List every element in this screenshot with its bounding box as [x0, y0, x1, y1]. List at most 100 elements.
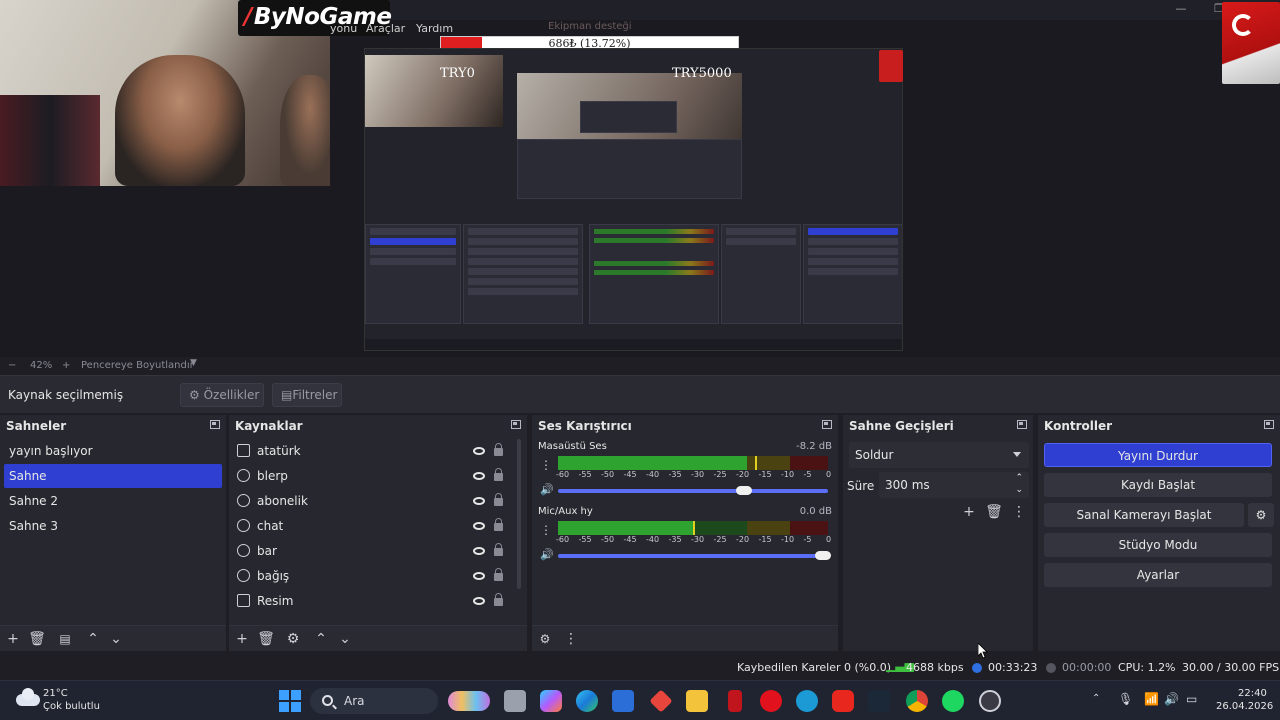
- volume-slider-handle[interactable]: [736, 486, 753, 495]
- eye-icon[interactable]: [473, 447, 485, 455]
- lock-icon[interactable]: [494, 543, 503, 556]
- filter-icon[interactable]: ▤: [56, 630, 74, 648]
- netflix-icon[interactable]: [728, 690, 742, 712]
- trash-icon[interactable]: 🗑: [985, 503, 1003, 521]
- lock-icon[interactable]: [494, 518, 503, 531]
- chevron-down-icon[interactable]: ⌄: [107, 630, 125, 648]
- chevron-down-icon[interactable]: ⌄: [336, 630, 354, 648]
- undock-icon[interactable]: [822, 420, 832, 429]
- source-item[interactable]: abonelik: [237, 489, 509, 513]
- eye-icon[interactable]: [473, 497, 485, 505]
- track-menu-icon[interactable]: ⋮: [540, 522, 552, 538]
- store-icon[interactable]: [612, 690, 634, 712]
- settings-button[interactable]: Ayarlar: [1044, 563, 1272, 587]
- chevron-up-icon[interactable]: ⌃: [1092, 693, 1100, 704]
- scene-item[interactable]: Sahne 2: [4, 489, 222, 513]
- youtube-icon[interactable]: [832, 690, 854, 712]
- chevron-up-icon[interactable]: ⌃: [312, 630, 330, 648]
- steam-icon[interactable]: [868, 690, 890, 712]
- source-item[interactable]: bağış: [237, 564, 509, 588]
- minimize-icon[interactable]: —: [1172, 2, 1190, 16]
- folder-icon[interactable]: [686, 690, 708, 712]
- lock-icon[interactable]: [494, 593, 503, 606]
- windows-start-icon[interactable]: [279, 690, 301, 712]
- task-view-icon[interactable]: [504, 690, 526, 712]
- weather-cloud-icon[interactable]: [16, 688, 40, 708]
- opera-icon[interactable]: [760, 690, 782, 712]
- lock-icon[interactable]: [494, 568, 503, 581]
- chrome-icon[interactable]: [906, 690, 928, 712]
- preview-canvas[interactable]: — ❐ /ByNoGame yonu Araçlar Yardım Ekipma…: [0, 0, 1280, 357]
- eye-icon[interactable]: [473, 472, 485, 480]
- app-icon[interactable]: [796, 690, 818, 712]
- trash-icon[interactable]: 🗑: [28, 630, 46, 648]
- wifi-icon[interactable]: 📶: [1144, 692, 1159, 706]
- scene-item[interactable]: yayın başlıyor: [4, 439, 222, 463]
- weather-desc[interactable]: Çok bulutlu: [43, 701, 100, 712]
- source-item[interactable]: atatürk: [237, 439, 509, 463]
- track-menu-icon[interactable]: ⋮: [540, 457, 552, 473]
- transition-select[interactable]: Soldur: [849, 442, 1029, 468]
- menu-item[interactable]: yonu: [330, 22, 357, 35]
- eye-icon[interactable]: [473, 522, 485, 530]
- volume-slider[interactable]: [558, 486, 828, 495]
- battery-icon[interactable]: ▭: [1186, 692, 1197, 706]
- taskbar-search[interactable]: Ara: [310, 688, 438, 714]
- undock-icon[interactable]: [1017, 420, 1027, 429]
- studio-mode-button[interactable]: Stüdyo Modu: [1044, 533, 1272, 557]
- source-item[interactable]: Resim: [237, 589, 509, 613]
- scene-item[interactable]: Sahne 3: [4, 514, 222, 538]
- volume-icon[interactable]: 🔊: [1164, 692, 1179, 706]
- undock-icon[interactable]: [1264, 420, 1274, 429]
- chevron-down-icon[interactable]: ⌄: [1015, 477, 1023, 503]
- lock-icon[interactable]: [494, 443, 503, 456]
- zoom-out-button[interactable]: −: [8, 360, 16, 371]
- microphone-icon[interactable]: 🎙: [1118, 692, 1133, 706]
- filters-button[interactable]: ▤Filtreler: [272, 383, 342, 407]
- add-icon[interactable]: +: [233, 630, 251, 648]
- weather-temp[interactable]: 21°C: [43, 688, 68, 699]
- scene-item[interactable]: Sahne: [4, 464, 222, 488]
- menu-item[interactable]: Yardım: [416, 22, 453, 35]
- mute-speaker-icon[interactable]: 🔊: [540, 483, 554, 497]
- mute-speaker-icon[interactable]: 🔊: [540, 548, 554, 562]
- lock-icon[interactable]: [494, 468, 503, 481]
- duration-stepper[interactable]: 300 ms ⌃ ⌄: [879, 472, 1029, 498]
- add-icon[interactable]: +: [4, 630, 22, 648]
- undock-icon[interactable]: [511, 420, 521, 429]
- source-item[interactable]: bar: [237, 539, 509, 563]
- chevron-up-icon[interactable]: ⌃: [84, 630, 102, 648]
- copilot-icon[interactable]: [540, 690, 562, 712]
- add-icon[interactable]: +: [960, 503, 978, 521]
- stop-streaming-button[interactable]: Yayını Durdur: [1044, 443, 1272, 467]
- advanced-audio-icon[interactable]: ⚙: [536, 630, 554, 648]
- volume-slider[interactable]: [558, 551, 831, 560]
- clock-date[interactable]: 26.04.2026: [1216, 701, 1273, 712]
- menu-dots-icon[interactable]: ⋮: [1010, 503, 1028, 521]
- menu-item[interactable]: Araçlar: [366, 22, 405, 35]
- clock-time[interactable]: 22:40: [1238, 688, 1267, 699]
- lock-icon[interactable]: [494, 493, 503, 506]
- fit-to-window-label[interactable]: Pencereye Boyutlandır: [81, 360, 194, 371]
- spotify-icon[interactable]: [942, 690, 964, 712]
- source-item[interactable]: chat: [237, 514, 509, 538]
- properties-button[interactable]: ⚙ Özellikler: [180, 383, 264, 407]
- start-recording-button[interactable]: Kaydı Başlat: [1044, 473, 1272, 497]
- gear-icon[interactable]: ⚙: [1248, 503, 1274, 527]
- copilot-widget-icon[interactable]: [448, 691, 490, 711]
- eye-icon[interactable]: [473, 572, 485, 580]
- eye-icon[interactable]: [473, 547, 485, 555]
- zoom-in-button[interactable]: +: [62, 360, 70, 371]
- trash-icon[interactable]: 🗑: [257, 630, 275, 648]
- obs-icon[interactable]: [979, 690, 1001, 712]
- gear-icon[interactable]: ⚙: [284, 630, 302, 648]
- start-virtual-camera-button[interactable]: Sanal Kamerayı Başlat: [1044, 503, 1244, 527]
- menu-dots-icon[interactable]: ⋮: [562, 630, 580, 648]
- chevron-down-icon[interactable]: ▼: [190, 358, 197, 368]
- source-item[interactable]: blerp: [237, 464, 509, 488]
- eye-icon[interactable]: [473, 597, 485, 605]
- scrollbar[interactable]: [517, 439, 521, 589]
- git-icon[interactable]: [649, 689, 673, 713]
- volume-slider-handle[interactable]: [814, 551, 831, 560]
- edge-icon[interactable]: [576, 690, 598, 712]
